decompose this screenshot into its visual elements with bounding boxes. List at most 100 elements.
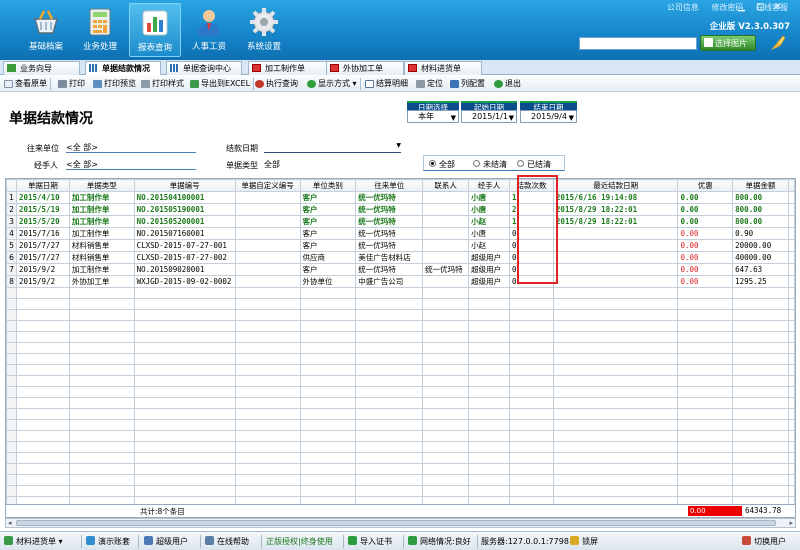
col-header-partner[interactable]: 往来单位 [355,179,424,192]
status-switch-user[interactable]: 切换用户 [742,536,786,547]
cell-type[interactable]: 加工制作单 [68,215,135,228]
print-preview-button[interactable]: 打印预览 [92,78,136,90]
cell-custom-number[interactable] [234,239,301,252]
cell-partner[interactable]: 统一优玛特 [355,215,424,228]
cell-partner[interactable]: 中盛广告公司 [355,275,424,288]
handler-field[interactable]: <全 部> [66,159,196,170]
cell-discount[interactable]: 0.00 [677,203,734,216]
cell-handler[interactable]: 小唐 [468,191,511,204]
cell-handler[interactable]: 超级用户 [468,275,511,288]
radio-unsettled[interactable]: 未结清 [473,159,507,170]
table-row[interactable]: 2 2015/5/19 加工制作单 NO.201505190001 客户 统一优玛特 小唐 2… [6,203,795,216]
table-row[interactable]: 7 2015/9/2 加工制作单 NO.201509020001 客户 统一优玛特 统一优玛… [6,263,795,276]
cell-handler[interactable]: 小唐 [468,227,511,240]
cell-contact[interactable] [422,227,470,240]
close-tab-icon[interactable] [252,64,261,72]
tab-material-purchase[interactable]: 材料进货单 [404,61,482,75]
table-row[interactable]: 8 2015/9/2 外协加工单 WXJGD-2015-09-02-0002 外协单位中… [6,275,795,288]
cell-handler[interactable]: 小赵 [468,215,511,228]
locate-button[interactable]: 定位 [415,78,443,90]
cell-last-settle-date[interactable] [552,227,679,240]
status-lock-screen[interactable]: 锁屏 [570,536,598,547]
cell-partner[interactable]: 统一优玛特 [355,263,424,276]
cell-partner[interactable]: 统一优玛特 [355,227,424,240]
cell-custom-number[interactable] [234,203,301,216]
settlement-detail-button[interactable]: 结算明细 [364,78,408,90]
company-info-link[interactable]: 公司信息 [667,3,699,12]
nav-system-settings[interactable]: 系统设置 [238,3,290,57]
execute-query-button[interactable]: 执行查询 [254,78,298,90]
tab-settlement-status[interactable]: 单据结款情况 [85,61,161,75]
cell-number[interactable]: CLXSD-2015-07-27-001 [133,239,236,252]
cell-type[interactable]: 材料销售单 [68,239,135,252]
cell-type[interactable]: 外协加工单 [68,275,135,288]
cell-custom-number[interactable] [234,275,301,288]
display-mode-button[interactable]: 显示方式 ▾ [306,78,361,90]
export-excel-button[interactable]: 导出到EXCEL [189,78,255,90]
row-number[interactable]: 1 [6,191,17,204]
cell-settle-times[interactable]: 1 [509,191,554,204]
cell-number[interactable]: CLXSD-2015-07-27-002 [133,251,236,264]
status-import-cert[interactable]: 导入证书 [348,536,392,547]
cell-last-settle-date[interactable] [552,239,679,252]
cell-settle-times[interactable]: 1 [509,215,554,228]
nav-report-query[interactable]: 报表查询 [129,3,181,57]
cell-contact[interactable] [422,239,470,252]
brush-icon[interactable] [768,34,786,52]
cell-last-settle-date[interactable]: 2015/8/29 18:22:01 [552,215,679,228]
row-number[interactable]: 8 [6,275,17,288]
col-header-amount[interactable]: 单据金额 [732,179,789,192]
partner-field[interactable]: <全 部> [66,142,196,153]
cell-contact[interactable] [422,275,470,288]
settle-date-select[interactable]: ▼ [264,142,401,153]
exit-button[interactable]: 退出 [493,78,521,90]
cell-last-settle-date[interactable] [552,263,679,276]
cell-contact[interactable] [422,215,470,228]
view-original-button[interactable]: 查看原单 [3,78,51,90]
cell-unit-category[interactable]: 客户 [299,239,357,252]
nav-business[interactable]: 业务处理 [74,3,126,57]
cell-amount[interactable]: 647.63 [732,263,789,276]
cell-partner[interactable]: 美佳广告材料店 [355,251,424,264]
cell-settle-times[interactable]: 0 [509,275,554,288]
tab-processing-order[interactable]: 加工制作单 [248,61,328,75]
cell-type[interactable]: 加工制作单 [68,191,135,204]
cell-date[interactable]: 2015/7/16 [15,227,70,240]
nav-basic-archives[interactable]: 基础档案 [20,3,72,57]
row-number[interactable]: 3 [6,215,17,228]
cell-number[interactable]: NO.201505190001 [133,203,236,216]
cell-date[interactable]: 2015/9/2 [15,263,70,276]
cell-handler[interactable]: 小赵 [468,239,511,252]
cell-number[interactable]: NO.201504100001 [133,191,236,204]
radio-all[interactable]: 全部 [429,159,455,170]
cell-discount[interactable]: 0.00 [677,215,734,228]
cell-discount[interactable]: 0.00 [677,191,734,204]
cell-custom-number[interactable] [234,191,301,204]
cell-last-settle-date[interactable]: 2015/6/16 19:14:08 [552,191,679,204]
print-style-button[interactable]: 打印样式 [140,78,184,90]
row-number[interactable]: 6 [6,251,17,264]
cell-last-settle-date[interactable]: 2015/8/29 18:22:01 [552,203,679,216]
scroll-right-icon[interactable]: ▸ [789,519,793,527]
skin-image-input[interactable] [579,37,697,50]
cell-number[interactable]: NO.201507160001 [133,227,236,240]
cell-date[interactable]: 2015/5/19 [15,203,70,216]
col-header-number[interactable]: 单据编号 [133,179,236,192]
col-header-date[interactable]: 单据日期 [15,179,70,192]
horizontal-scrollbar[interactable]: ◂ ▸ [5,518,796,528]
cell-custom-number[interactable] [234,227,301,240]
close-tab-icon[interactable] [408,64,417,72]
cell-custom-number[interactable] [234,215,301,228]
cell-custom-number[interactable] [234,251,301,264]
cell-amount[interactable]: 800.00 [732,215,789,228]
col-header-last-settle-date[interactable]: 最近结款日期 [552,179,679,192]
status-online-help[interactable]: 在线帮助 [205,536,249,547]
doc-type-field[interactable]: 全部 [264,159,401,170]
col-header-custom-number[interactable]: 单据自定义编号 [234,179,301,192]
radio-settled[interactable]: 已结清 [517,159,551,170]
row-number[interactable]: 4 [6,227,17,240]
cell-type[interactable]: 加工制作单 [68,203,135,216]
cell-discount[interactable]: 0.00 [677,251,734,264]
cell-contact[interactable] [422,251,470,264]
select-image-button[interactable]: 选择图片 [700,35,756,51]
